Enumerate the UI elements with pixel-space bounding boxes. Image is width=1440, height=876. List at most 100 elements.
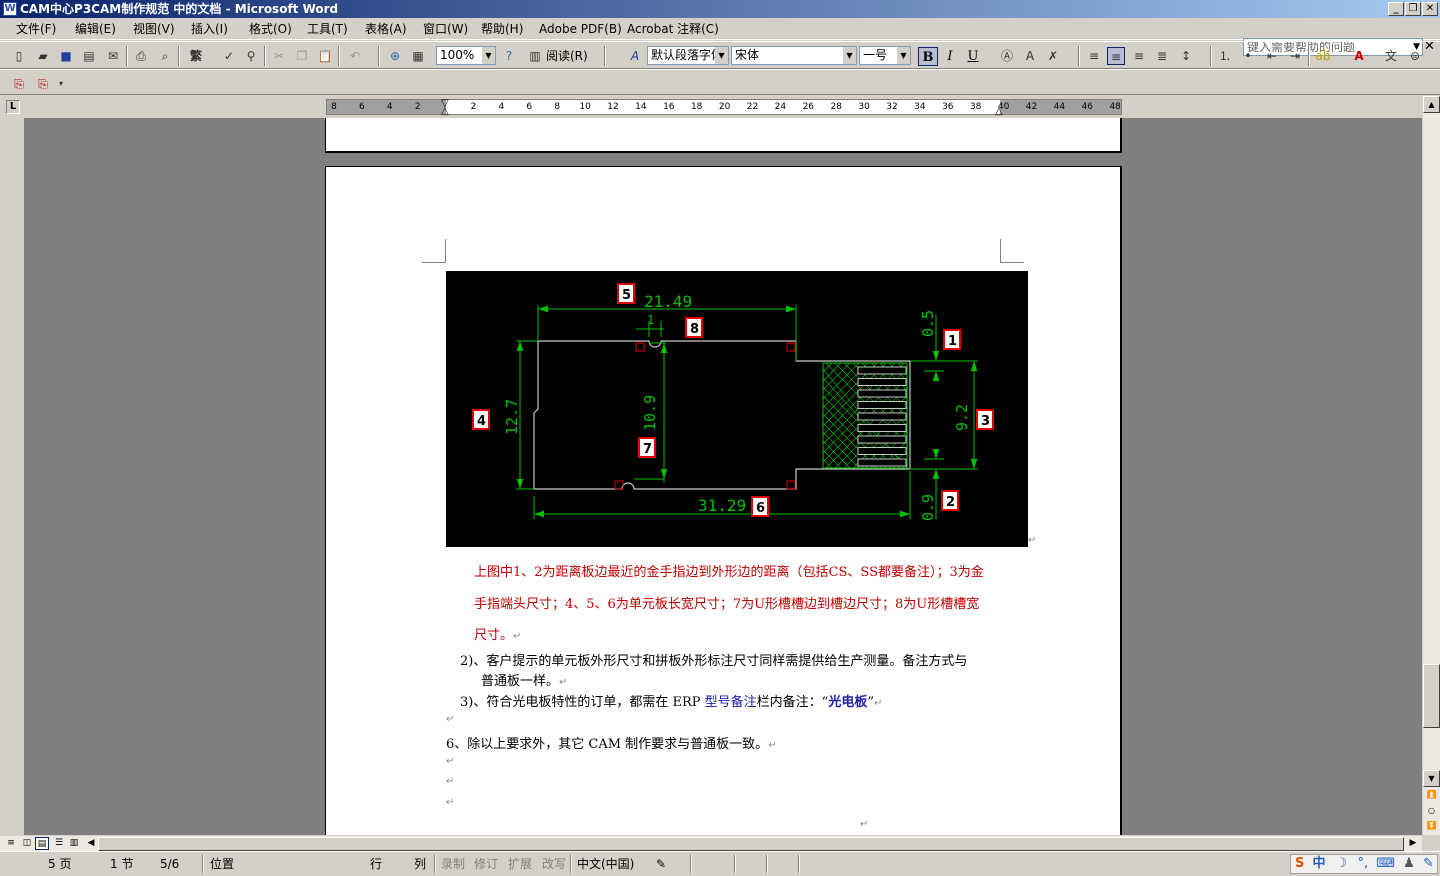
punctuation-icon[interactable]: °, bbox=[1357, 856, 1368, 871]
ime-toolbar[interactable]: S 中 ☽ °, ⌨ ♟ ✎ bbox=[1290, 854, 1438, 874]
align-left-icon[interactable]: ≡ bbox=[1085, 47, 1103, 65]
style-select[interactable]: 默认段落字体 ▼ bbox=[647, 46, 729, 65]
font-color-icon[interactable]: A bbox=[1350, 47, 1368, 65]
char-border-icon[interactable]: Ⓐ bbox=[998, 47, 1016, 65]
menu-table[interactable]: 表格(A) bbox=[365, 21, 407, 37]
previous-page-icon[interactable]: ⏫ bbox=[1423, 787, 1440, 804]
scale-icon[interactable]: ✗ bbox=[1044, 47, 1062, 65]
table-icon[interactable]: ▦ bbox=[409, 47, 427, 65]
next-page-icon[interactable]: ⏬ bbox=[1423, 818, 1440, 835]
tab-selector[interactable]: L bbox=[6, 100, 20, 114]
char-shading-icon[interactable]: A bbox=[1021, 47, 1039, 65]
ime-mode-label[interactable]: 中 bbox=[1313, 856, 1326, 871]
menu-window[interactable]: 窗口(W) bbox=[423, 21, 468, 37]
menu-view[interactable]: 视图(V) bbox=[133, 21, 175, 37]
scroll-right-icon[interactable]: ▶ bbox=[1406, 837, 1420, 850]
increase-indent-icon[interactable]: ⇥ bbox=[1286, 47, 1304, 65]
horizontal-scroll-thumb[interactable] bbox=[98, 837, 1404, 851]
menu-acrobat-comments[interactable]: Acrobat 注释(C) bbox=[627, 21, 719, 37]
moon-icon[interactable]: ☽ bbox=[1336, 856, 1348, 871]
new-document-icon[interactable]: ▯ bbox=[10, 47, 28, 65]
scroll-down-icon[interactable]: ▼ bbox=[1423, 770, 1440, 787]
keyboard-icon[interactable]: ⌨ bbox=[1376, 856, 1395, 871]
numbering-icon[interactable]: ⒈ bbox=[1216, 47, 1234, 65]
spelling-icon[interactable]: ✓ bbox=[220, 47, 238, 65]
spelling-status-icon[interactable]: ✎ bbox=[656, 855, 666, 873]
status-overtype[interactable]: 改写 bbox=[542, 855, 566, 873]
copy-icon[interactable]: ❐ bbox=[293, 47, 311, 65]
font-size-dropdown-icon[interactable]: ▼ bbox=[897, 47, 910, 64]
status-page[interactable]: 5 页 bbox=[48, 855, 71, 873]
font-dropdown-icon[interactable]: ▼ bbox=[843, 47, 856, 64]
hyperlink-icon[interactable]: ⊕ bbox=[386, 47, 404, 65]
read-button[interactable]: 阅读(R) bbox=[546, 48, 588, 64]
previous-page[interactable] bbox=[325, 118, 1122, 153]
restore-button[interactable]: ❐ bbox=[1405, 2, 1421, 16]
research-icon[interactable]: ⚲ bbox=[242, 47, 260, 65]
line-spacing-icon[interactable]: ↕ bbox=[1177, 47, 1195, 65]
bold-button[interactable]: B bbox=[918, 47, 938, 66]
decrease-indent-icon[interactable]: ⇤ bbox=[1263, 47, 1281, 65]
paste-icon[interactable]: 📋 bbox=[316, 47, 334, 65]
status-pages[interactable]: 5/6 bbox=[160, 855, 179, 873]
bullets-icon[interactable]: • bbox=[1239, 47, 1257, 65]
underline-button[interactable]: U bbox=[963, 47, 983, 66]
style-dropdown-icon[interactable]: ▼ bbox=[715, 47, 728, 64]
tools-icon[interactable]: ✎ bbox=[1423, 856, 1434, 871]
status-record[interactable]: 录制 bbox=[441, 855, 465, 873]
menu-tools[interactable]: 工具(T) bbox=[307, 21, 348, 37]
menu-adobe-pdf[interactable]: Adobe PDF(B) bbox=[539, 21, 622, 37]
undo-icon[interactable]: ↶ bbox=[346, 47, 364, 65]
zoom-select[interactable]: 100% ▼ bbox=[436, 46, 496, 65]
enclose-char-icon[interactable]: ⊜ bbox=[1406, 47, 1424, 65]
font-size-select[interactable]: 一号 ▼ bbox=[859, 46, 911, 65]
highlight-icon[interactable]: ab bbox=[1314, 47, 1332, 65]
read-icon[interactable]: ▥ bbox=[528, 47, 542, 65]
sogou-icon[interactable]: S bbox=[1295, 856, 1304, 871]
print-preview-icon[interactable]: ⌕ bbox=[156, 47, 174, 65]
print-icon[interactable]: ⎙ bbox=[132, 47, 150, 65]
status-language[interactable]: 中文(中国) bbox=[577, 855, 634, 873]
menu-insert[interactable]: 插入(I) bbox=[191, 21, 228, 37]
normal-view-icon[interactable]: ≡ bbox=[4, 837, 18, 850]
convert-and-email-pdf-icon[interactable]: ⎘ bbox=[34, 75, 52, 93]
scroll-left-icon[interactable]: ◀ bbox=[84, 837, 98, 850]
close-button[interactable]: ✕ bbox=[1422, 2, 1438, 16]
menu-format[interactable]: 格式(O) bbox=[249, 21, 292, 37]
italic-button[interactable]: I bbox=[940, 47, 960, 66]
align-right-icon[interactable]: ≡ bbox=[1130, 47, 1148, 65]
word-app-icon[interactable]: W bbox=[3, 2, 17, 16]
font-select[interactable]: 宋体 ▼ bbox=[731, 46, 857, 65]
permission-icon[interactable]: ▤ bbox=[80, 47, 98, 65]
vertical-scrollbar[interactable]: ▲ ▼ ⏫ ○ ⏬ bbox=[1422, 96, 1440, 835]
save-icon[interactable]: ■ bbox=[57, 47, 75, 65]
horizontal-scrollbar[interactable]: ≡ ◫ ▤ ☰ ▥ ◀ ▶ bbox=[0, 835, 1422, 851]
status-section[interactable]: 1 节 bbox=[110, 855, 133, 873]
cad-drawing[interactable]: 21.49 1 0.5 12.7 10.9 9.2 31.29 0.9 5 8 bbox=[446, 271, 1028, 547]
styles-pane-icon[interactable]: A bbox=[626, 47, 644, 65]
cut-icon[interactable]: ✂ bbox=[270, 47, 288, 65]
email-icon[interactable]: ✉ bbox=[104, 47, 122, 65]
menu-help[interactable]: 帮助(H) bbox=[481, 21, 523, 37]
open-folder-icon[interactable]: ▰ bbox=[34, 47, 52, 65]
status-column[interactable]: 列 bbox=[414, 855, 426, 873]
minimize-button[interactable]: _ bbox=[1388, 2, 1404, 16]
user-icon[interactable]: ♟ bbox=[1403, 856, 1415, 871]
web-layout-view-icon[interactable]: ◫ bbox=[20, 837, 34, 850]
zoom-dropdown-icon[interactable]: ▼ bbox=[482, 47, 495, 64]
status-position[interactable]: 位置 bbox=[210, 855, 234, 873]
vertical-scroll-thumb[interactable] bbox=[1423, 664, 1440, 728]
outline-view-icon[interactable]: ☰ bbox=[52, 837, 66, 850]
print-layout-view-icon[interactable]: ▤ bbox=[35, 837, 49, 850]
document-area[interactable]: 21.49 1 0.5 12.7 10.9 9.2 31.29 0.9 5 8 bbox=[0, 118, 1422, 835]
status-track-changes[interactable]: 修订 bbox=[474, 855, 498, 873]
current-page[interactable]: 21.49 1 0.5 12.7 10.9 9.2 31.29 0.9 5 8 bbox=[325, 166, 1122, 835]
traditional-chinese-button[interactable]: 繁 bbox=[184, 47, 208, 65]
status-extend[interactable]: 扩展 bbox=[508, 855, 532, 873]
menu-edit[interactable]: 编辑(E) bbox=[75, 21, 116, 37]
menu-file[interactable]: 文件(F) bbox=[16, 21, 56, 37]
left-indent-marker[interactable]: △ bbox=[441, 106, 449, 117]
align-center-icon[interactable]: ≡ bbox=[1107, 47, 1125, 65]
justify-icon[interactable]: ≣ bbox=[1153, 47, 1171, 65]
ruler-bar[interactable]: 8 6 4 2 2 4 6 8 10 12 14 16 18 20 22 24 26 28 30 32 34 36 38 40… bbox=[326, 98, 1122, 117]
